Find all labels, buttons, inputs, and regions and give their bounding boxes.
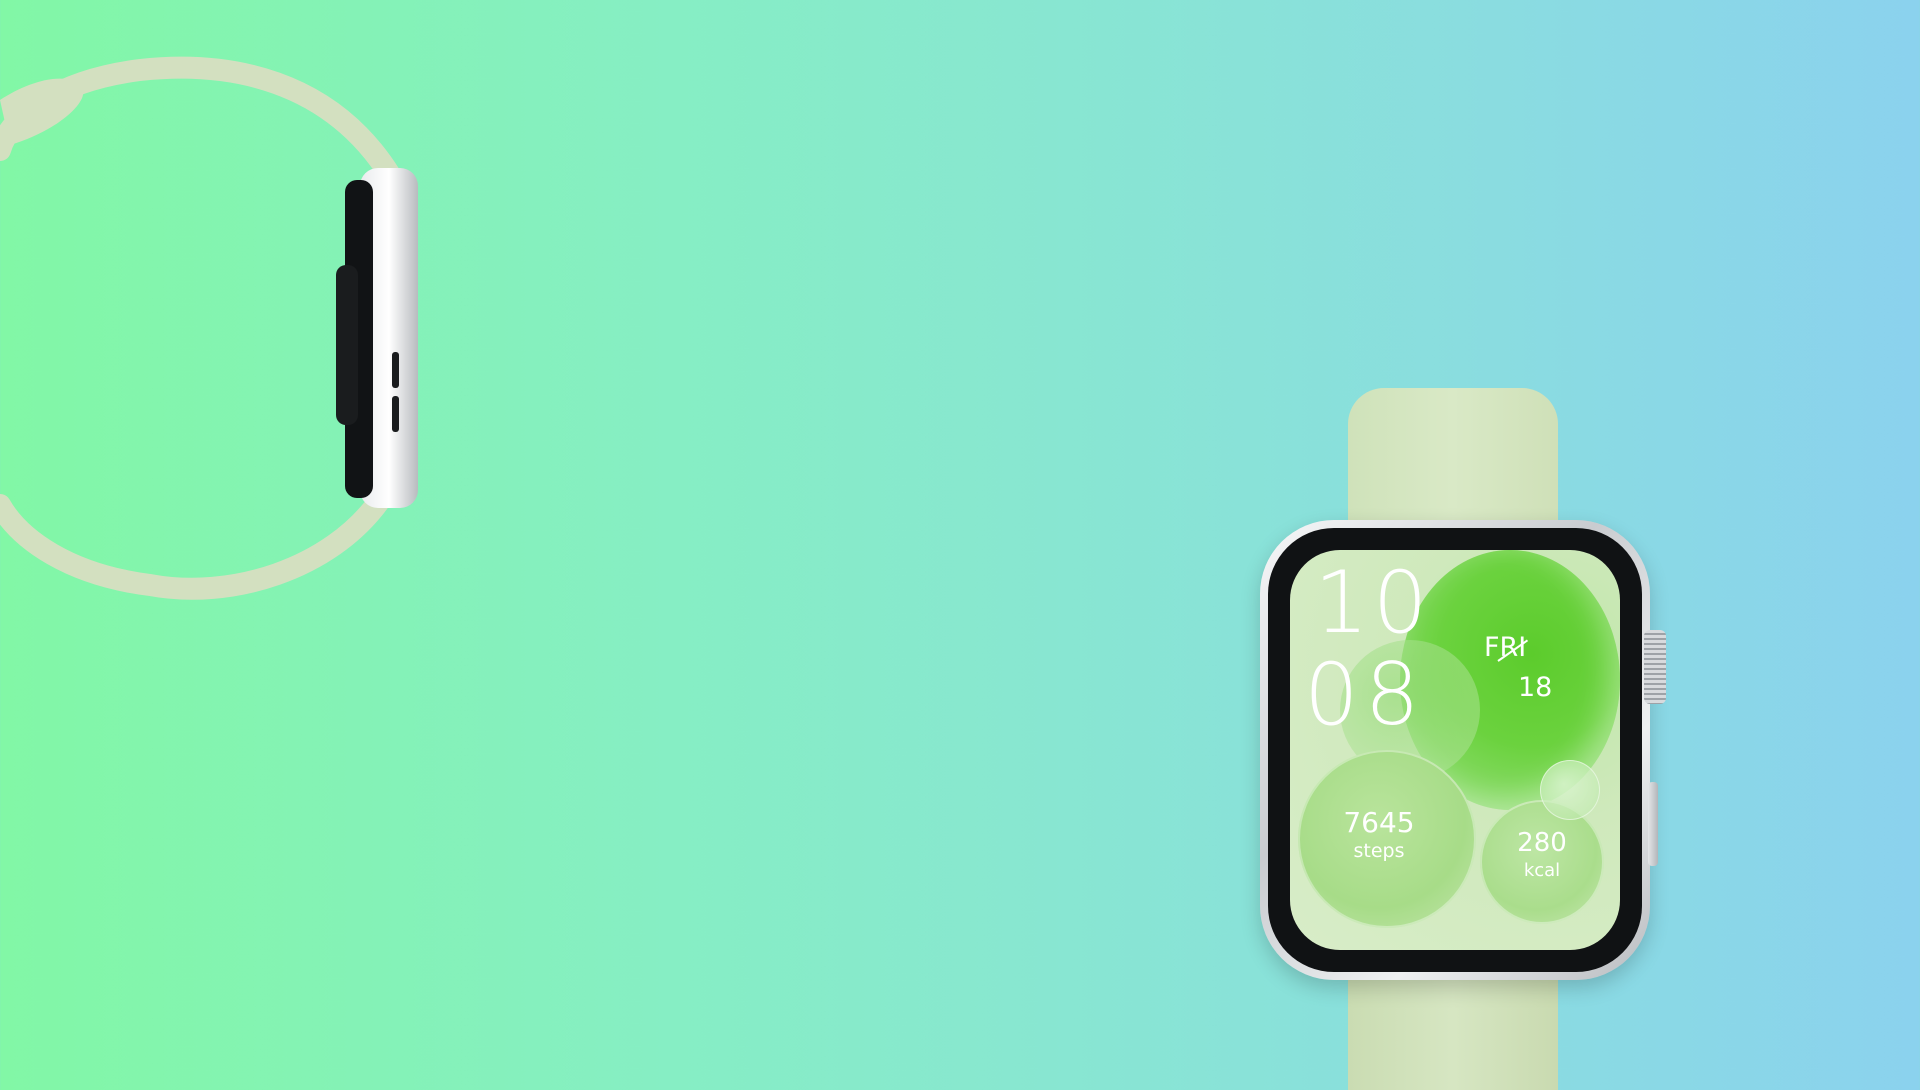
time-hour: 10 [1314,553,1432,653]
band-lower [0,489,391,600]
weekday: FRI [1484,632,1527,663]
kcal-label: kcal [1523,860,1561,881]
side-view-watch [0,56,418,600]
watch-bezel: 10 08 FRI 18 7645 steps 280 kcal [1268,528,1642,972]
speaker-slot [392,352,399,388]
band-keeper [0,78,84,145]
watch-screen: 10 08 FRI 18 7645 steps 280 kcal [1290,550,1620,950]
watch-case: 10 08 FRI 18 7645 steps 280 kcal [1260,520,1650,980]
kcal-value: 280 [1517,828,1567,858]
date: 18 [1518,672,1553,703]
side-button [1648,782,1658,866]
steps-value: 7645 [1343,806,1415,839]
decor-bubble [1540,760,1600,820]
crown-button [1644,630,1666,704]
front-view-watch: 10 08 FRI 18 7645 steps 280 kcal [1250,380,1690,1090]
steps-complication [1298,750,1476,928]
time-minute: 08 [1304,645,1426,745]
sensor-bump [336,265,358,425]
product-scene: 10 08 FRI 18 7645 steps 280 kcal [0,0,1920,1090]
speaker-slot [392,396,399,432]
steps-label: steps [1353,840,1405,862]
